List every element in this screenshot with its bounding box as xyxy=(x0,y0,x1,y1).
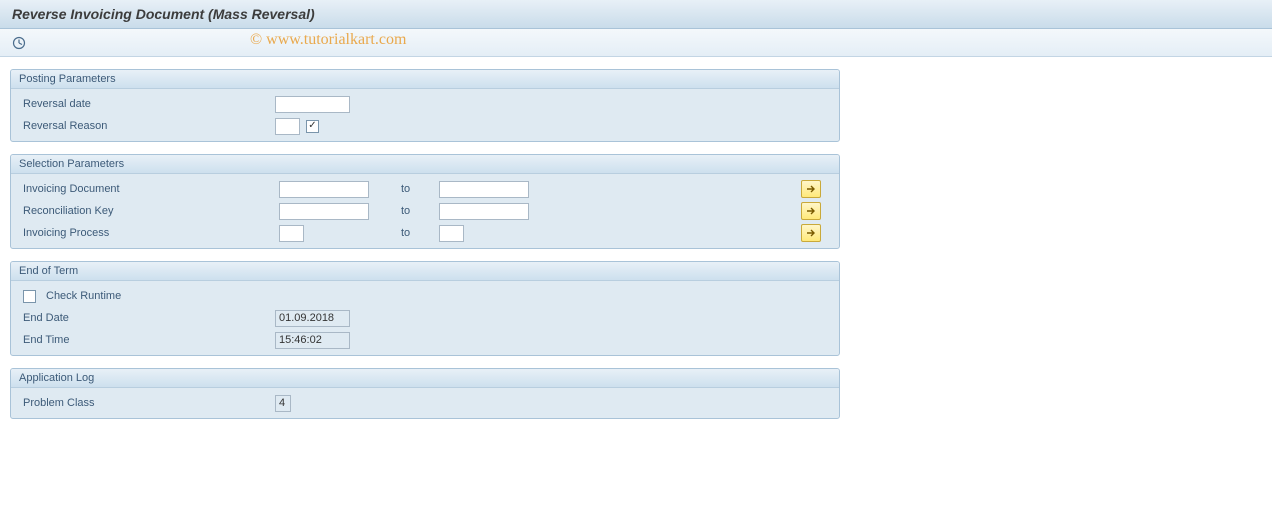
row-end-time: End Time xyxy=(11,329,839,351)
label-end-date: End Date xyxy=(19,312,275,324)
label-end-time: End Time xyxy=(19,334,275,346)
multiple-selection-reconciliation-key[interactable] xyxy=(801,202,821,220)
input-problem-class xyxy=(275,395,291,412)
label-problem-class: Problem Class xyxy=(19,397,275,409)
arrow-right-icon xyxy=(806,207,816,215)
row-reversal-date: Reversal date xyxy=(11,93,839,115)
input-invoicing-process-from[interactable] xyxy=(279,225,304,242)
input-end-date xyxy=(275,310,350,327)
page-title: Reverse Invoicing Document (Mass Reversa… xyxy=(12,6,315,22)
row-invoicing-document: Invoicing Document to xyxy=(11,178,839,200)
input-reconciliation-key-to[interactable] xyxy=(439,203,529,220)
toolbar: © www.tutorialkart.com xyxy=(0,29,1272,57)
row-end-date: End Date xyxy=(11,307,839,329)
to-label-1: to xyxy=(399,183,439,195)
label-invoicing-process: Invoicing Process xyxy=(19,227,279,239)
reversal-reason-search-help-icon[interactable] xyxy=(306,120,319,133)
input-end-time xyxy=(275,332,350,349)
input-reconciliation-key-from[interactable] xyxy=(279,203,369,220)
multiple-selection-invoicing-process[interactable] xyxy=(801,224,821,242)
label-reversal-date: Reversal date xyxy=(19,98,275,110)
row-problem-class: Problem Class xyxy=(11,392,839,414)
row-reversal-reason: Reversal Reason xyxy=(11,115,839,137)
input-invoicing-document-from[interactable] xyxy=(279,181,369,198)
execute-icon[interactable] xyxy=(10,34,28,52)
arrow-right-icon xyxy=(806,229,816,237)
label-invoicing-document: Invoicing Document xyxy=(19,183,279,195)
multiple-selection-invoicing-document[interactable] xyxy=(801,180,821,198)
group-header-selection: Selection Parameters xyxy=(11,155,839,174)
group-header-application-log: Application Log xyxy=(11,369,839,388)
group-header-end-of-term: End of Term xyxy=(11,262,839,281)
watermark-text: © www.tutorialkart.com xyxy=(250,31,406,49)
arrow-right-icon xyxy=(806,185,816,193)
group-selection-parameters: Selection Parameters Invoicing Document … xyxy=(10,154,840,249)
label-check-runtime: Check Runtime xyxy=(42,290,121,302)
content-area: Posting Parameters Reversal date Reversa… xyxy=(0,57,1272,443)
group-header-posting: Posting Parameters xyxy=(11,70,839,89)
row-check-runtime: Check Runtime xyxy=(11,285,839,307)
label-reversal-reason: Reversal Reason xyxy=(19,120,275,132)
group-application-log: Application Log Problem Class xyxy=(10,368,840,419)
to-label-3: to xyxy=(399,227,439,239)
row-reconciliation-key: Reconciliation Key to xyxy=(11,200,839,222)
input-reversal-reason-code[interactable] xyxy=(275,118,300,135)
input-reversal-date[interactable] xyxy=(275,96,350,113)
input-invoicing-process-to[interactable] xyxy=(439,225,464,242)
input-invoicing-document-to[interactable] xyxy=(439,181,529,198)
to-label-2: to xyxy=(399,205,439,217)
row-invoicing-process: Invoicing Process to xyxy=(11,222,839,244)
group-posting-parameters: Posting Parameters Reversal date Reversa… xyxy=(10,69,840,142)
group-end-of-term: End of Term Check Runtime End Date End T… xyxy=(10,261,840,356)
title-bar: Reverse Invoicing Document (Mass Reversa… xyxy=(0,0,1272,29)
label-reconciliation-key: Reconciliation Key xyxy=(19,205,279,217)
checkbox-check-runtime[interactable] xyxy=(23,290,36,303)
